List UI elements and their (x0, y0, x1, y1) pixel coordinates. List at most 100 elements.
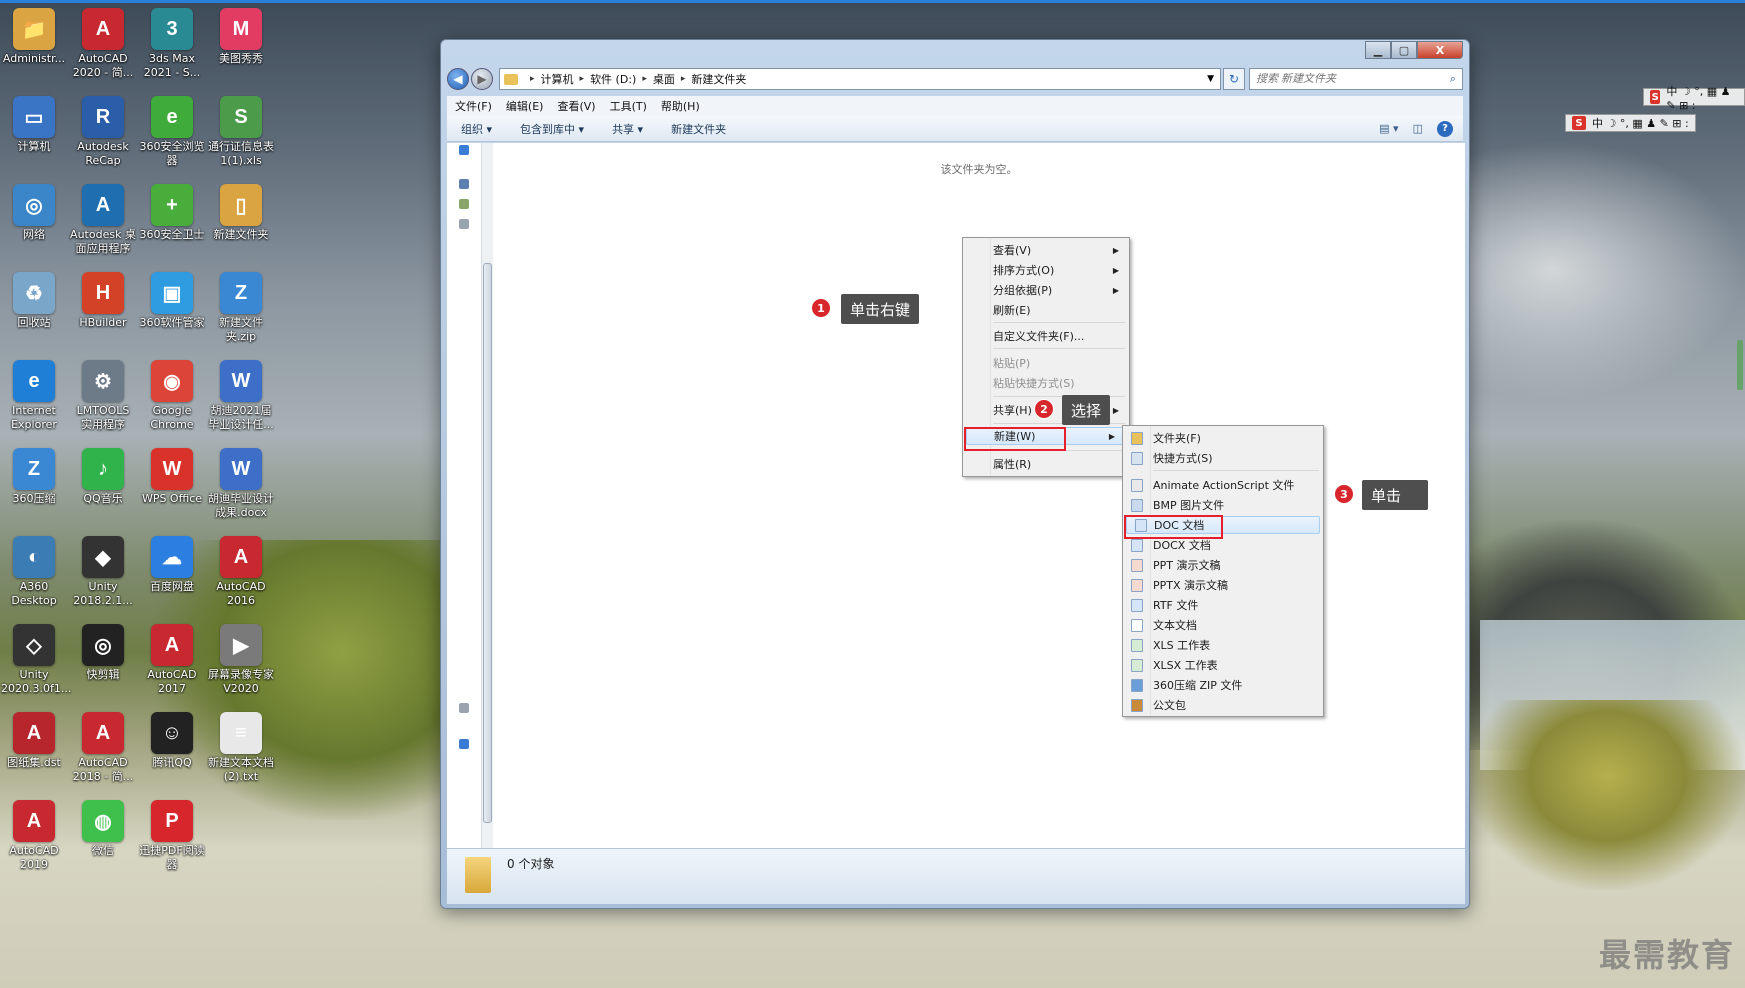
desktop-icon[interactable]: ⚙ LMTOOLS 实用程序 (70, 356, 136, 432)
desktop-icon[interactable]: ♪ QQ音乐 (70, 444, 136, 506)
desktop-icon[interactable]: W WPS Office (139, 444, 205, 506)
share-button[interactable]: 共享 ▾ (612, 121, 643, 137)
submenu-item[interactable]: 文件夹(F) (1123, 429, 1323, 447)
desktop-icon[interactable]: A AutoCAD 2020 - 简... (70, 4, 136, 80)
desktop-icon[interactable]: e 360安全浏览器 (139, 92, 205, 168)
scrollbar-thumb[interactable] (483, 263, 492, 823)
desktop-icon[interactable]: ▣ 360软件管家 (139, 268, 205, 330)
desktop-icon[interactable]: ◐ A360 Desktop (1, 532, 67, 608)
minimize-button[interactable]: ▁ (1365, 41, 1391, 59)
desktop-icon[interactable]: H HBuilder (70, 268, 136, 330)
nav-scrollbar[interactable] (481, 143, 493, 888)
desktop-icon[interactable]: S 通行证信息表1(1).xls (208, 92, 274, 168)
desktop-icon[interactable]: 📁 Administr... (1, 4, 67, 66)
submenu-item[interactable]: XLS 工作表 (1123, 636, 1323, 654)
desktop-icon[interactable]: W 胡迪毕业设计成果.docx (208, 444, 274, 520)
submenu-item-label: Animate ActionScript 文件 (1153, 479, 1295, 492)
desktop-icon[interactable]: ◎ 网络 (1, 180, 67, 242)
maximize-button[interactable]: ▢ (1391, 41, 1417, 59)
menu-edit[interactable]: 编辑(E) (506, 98, 544, 114)
menu-item-customize[interactable]: 自定义文件夹(F)... (963, 327, 1129, 345)
drive-icon[interactable] (459, 703, 469, 713)
address-bar[interactable]: ▸ 计算机 ▸ 软件 (D:) ▸ 桌面 ▸ 新建文件夹 ▼ (499, 68, 1221, 90)
menu-file[interactable]: 文件(F) (455, 98, 492, 114)
desktop-icon[interactable]: ▯ 新建文件夹 (208, 180, 274, 242)
desktop-icon[interactable]: A Autodesk 桌面应用程序 (70, 180, 136, 256)
breadcrumb-drive[interactable]: 软件 (D:) (590, 71, 636, 87)
address-dropdown-icon[interactable]: ▼ (1207, 74, 1214, 84)
desktop-icon-label: 胡迪2021届毕业设计任... (208, 404, 274, 431)
back-button[interactable]: ◀ (447, 68, 469, 90)
desktop-icon[interactable]: A AutoCAD 2016 (208, 532, 274, 608)
desktop-icon[interactable]: ◇ Unity 2020.3.0f1... (1, 620, 71, 696)
menu-tools[interactable]: 工具(T) (610, 98, 647, 114)
desktop-icon[interactable]: R Autodesk ReCap (70, 92, 136, 168)
desktop-icon[interactable]: ▶ 屏幕录像专家 V2020 (208, 620, 274, 696)
desktop-icon[interactable]: ◎ 快剪辑 (70, 620, 136, 682)
desktop-icon[interactable]: M 美图秀秀 (208, 4, 274, 66)
desktop-icon[interactable]: 3 3ds Max 2021 - S... (139, 4, 205, 80)
refresh-icon[interactable]: ↻ (1223, 68, 1245, 90)
desktop-icon[interactable]: ≡ 新建文本文档(2).txt (208, 708, 274, 784)
submenu-item[interactable]: PPT 演示文稿 (1123, 556, 1323, 574)
forward-button[interactable]: ▶ (471, 68, 493, 90)
breadcrumb-desktop[interactable]: 桌面 (653, 71, 675, 87)
desktop-icon-label: AutoCAD 2016 (216, 580, 266, 607)
desktop-icon[interactable]: W 胡迪2021届毕业设计任... (208, 356, 274, 432)
change-view-icon[interactable]: ▤ ▾ (1379, 122, 1398, 135)
desktop-icon[interactable]: ◉ Google Chrome (139, 356, 205, 432)
favorites-icon[interactable] (459, 145, 469, 155)
desktop-icon[interactable]: P 迅捷PDF阅读器 (139, 796, 205, 872)
libraries-icon[interactable] (459, 179, 469, 189)
menu-item-sort[interactable]: 排序方式(O) ▶ (963, 261, 1129, 279)
new-folder-button[interactable]: 新建文件夹 (671, 121, 726, 137)
submenu-item[interactable]: 360压缩 ZIP 文件 (1123, 676, 1323, 694)
submenu-item[interactable]: PPTX 演示文稿 (1123, 576, 1323, 594)
desktop-icon[interactable]: A AutoCAD 2017 (139, 620, 205, 696)
zip-icon: Z (220, 272, 262, 314)
submenu-item[interactable]: 文本文档 (1123, 616, 1323, 634)
desktop-icon[interactable]: Z 360压缩 (1, 444, 67, 506)
breadcrumb-computer[interactable]: 计算机 (541, 71, 574, 87)
homegroup-icon[interactable] (459, 199, 469, 209)
menu-item-properties[interactable]: 属性(R) (963, 455, 1129, 473)
desktop-icon[interactable]: A AutoCAD 2019 (1, 796, 67, 872)
help-icon[interactable]: ? (1437, 120, 1453, 137)
search-box[interactable]: ⌕ (1249, 68, 1463, 90)
desktop-icon[interactable]: ◍ 微信 (70, 796, 136, 858)
ime-toolbar[interactable]: S 中 ☽ °, ▦ ♟ ✎ ⊞ : (1565, 114, 1696, 132)
organize-button[interactable]: 组织 ▾ (461, 121, 492, 137)
menu-help[interactable]: 帮助(H) (661, 98, 700, 114)
computer-icon[interactable] (459, 219, 469, 229)
desktop-icon[interactable]: ☁ 百度网盘 (139, 532, 205, 594)
menu-item-group[interactable]: 分组依据(P) ▶ (963, 281, 1129, 299)
close-button[interactable]: X (1417, 41, 1463, 59)
network-icon[interactable] (459, 739, 469, 749)
desktop-icon[interactable]: A 图纸集.dst (1, 708, 67, 770)
desktop-icon[interactable]: A AutoCAD 2018 - 简... (70, 708, 136, 784)
desktop-icon[interactable]: ▭ 计算机 (1, 92, 67, 154)
submenu-item[interactable]: Animate ActionScript 文件 (1123, 476, 1323, 494)
desktop-icon[interactable]: e Internet Explorer (1, 356, 67, 432)
desktop-icon[interactable]: +360安全卫士 (139, 180, 205, 242)
desktop-icon[interactable]: Z 新建文件夹.zip (208, 268, 274, 344)
submenu-item[interactable]: XLSX 工作表 (1123, 656, 1323, 674)
desktop-icon[interactable]: ◆ Unity 2018.2.1... (70, 532, 136, 608)
desktop-icon[interactable]: ♻ 回收站 (1, 268, 67, 330)
navigation-pane[interactable] (447, 143, 485, 888)
submenu-item[interactable]: BMP 图片文件 (1123, 496, 1323, 514)
submenu-item[interactable]: 公文包 (1123, 696, 1323, 714)
submenu-item[interactable]: 快捷方式(S) (1123, 449, 1323, 467)
breadcrumb-new-folder[interactable]: 新建文件夹 (691, 71, 746, 87)
search-input[interactable] (1256, 73, 1426, 85)
menu-item-refresh[interactable]: 刷新(E) (963, 301, 1129, 319)
menu-item-view[interactable]: 查看(V) ▶ (963, 241, 1129, 259)
include-in-library-button[interactable]: 包含到库中 ▾ (520, 121, 584, 137)
preview-pane-icon[interactable]: ◫ (1413, 122, 1423, 135)
ime-toolbar-top[interactable]: S 中 ☽ °, ▦ ♟ ✎ ⊞ : (1643, 85, 1745, 112)
submenu-item[interactable]: RTF 文件 (1123, 596, 1323, 614)
desktop-icon[interactable]: ☺ 腾讯QQ (139, 708, 205, 770)
menu-view[interactable]: 查看(V) (557, 98, 595, 114)
submenu-item-label: XLSX 工作表 (1153, 659, 1218, 672)
search-icon[interactable]: ⌕ (1450, 72, 1456, 86)
